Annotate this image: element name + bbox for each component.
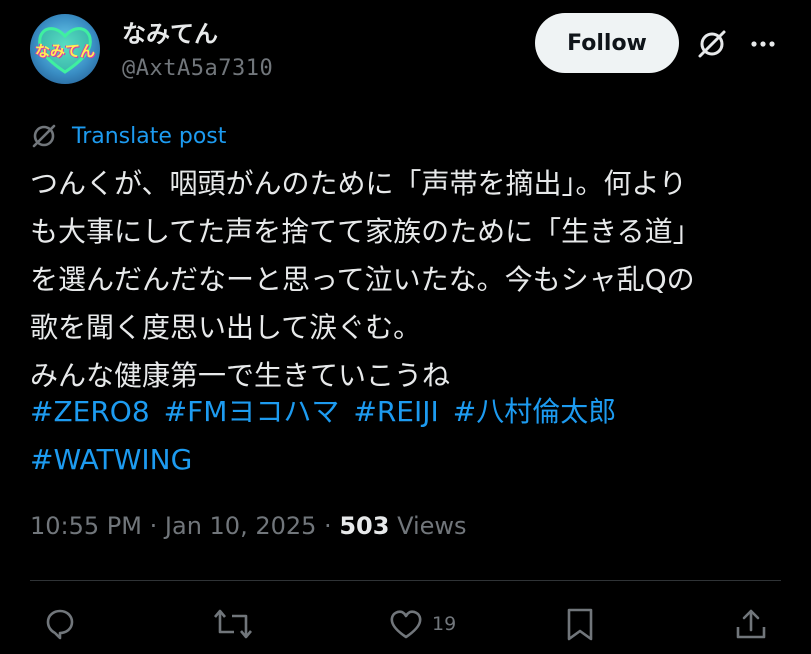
translate-icon <box>32 124 56 148</box>
hashtags: #ZERO8 #FMヨコハマ #REIJI #八村倫太郎 #WATWING <box>30 388 790 484</box>
hashtag-link[interactable]: #FMヨコハマ <box>164 395 340 428</box>
translate-post-link[interactable]: Translate post <box>30 122 226 150</box>
hashtag-link[interactable]: #WATWING <box>30 443 192 476</box>
post-container: なみてん なみてん @AxtA5a7310 Follow Translate p… <box>0 0 811 654</box>
views-count[interactable]: 503 <box>339 512 389 540</box>
reply-icon <box>46 609 74 640</box>
user-handle[interactable]: @AxtA5a7310 <box>122 56 273 81</box>
post-text-line: つんくが、咽頭がんのために「声帯を摘出」。何より <box>30 167 687 200</box>
views-label: Views <box>397 512 467 540</box>
like-icon <box>390 610 422 639</box>
avatar-text: なみてん <box>34 42 95 60</box>
post-date[interactable]: Jan 10, 2025 <box>165 512 317 540</box>
reply-button[interactable] <box>42 606 86 642</box>
post-text: つんくが、咽頭がんのために「声帯を摘出」。何より も大事にしてた声を捨てて家族の… <box>30 160 790 400</box>
post-text-line: も大事にしてた声を捨てて家族のために「生きる道」 <box>30 215 701 248</box>
post-time[interactable]: 10:55 PM <box>30 512 142 540</box>
bookmark-button[interactable] <box>562 606 606 642</box>
share-button[interactable] <box>733 606 769 642</box>
hashtag-line: #WATWING <box>30 436 790 484</box>
repost-icon <box>214 609 252 639</box>
hashtag-link[interactable]: #ZERO8 <box>30 395 150 428</box>
more-icon[interactable] <box>745 26 781 62</box>
avatar[interactable]: なみてん <box>30 14 100 84</box>
divider <box>30 580 781 581</box>
post-text-line: 歌を聞く度思い出して涙ぐむ。 <box>30 311 422 344</box>
post-text-line: を選んだんだなーと思って泣いたな。今もシャ乱Qの <box>30 263 695 296</box>
post-meta: 10:55 PM · Jan 10, 2025 · 503 Views <box>30 512 467 540</box>
share-icon <box>736 609 766 639</box>
translate-label: Translate post <box>72 123 227 149</box>
meta-separator: · <box>149 512 158 540</box>
hashtag-link[interactable]: #REIJI <box>353 395 438 428</box>
grok-icon[interactable] <box>694 26 730 62</box>
hashtag-line: #ZERO8 #FMヨコハマ #REIJI #八村倫太郎 <box>30 388 790 436</box>
repost-button[interactable] <box>212 606 262 642</box>
display-name[interactable]: なみてん <box>122 14 218 49</box>
bookmark-icon <box>567 608 593 641</box>
like-button[interactable]: 19 <box>388 606 456 642</box>
follow-button[interactable]: Follow <box>535 13 679 73</box>
meta-separator: · <box>324 512 332 540</box>
like-count: 19 <box>432 613 457 635</box>
hashtag-link[interactable]: #八村倫太郎 <box>453 395 616 428</box>
